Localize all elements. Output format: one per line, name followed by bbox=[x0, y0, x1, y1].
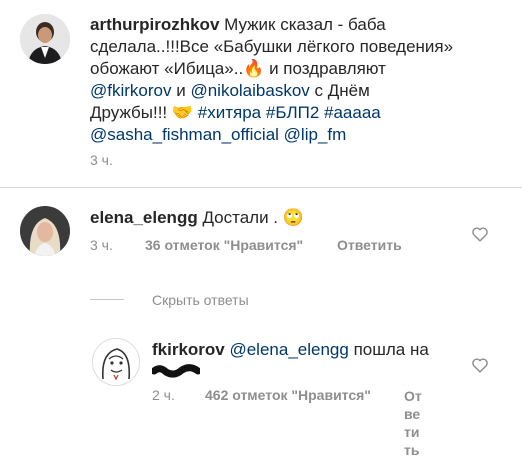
post-username[interactable]: arthurpirozhkov bbox=[90, 15, 219, 34]
comment-likes[interactable]: 36 отметок "Нравится" bbox=[145, 237, 303, 253]
post-caption: arthurpirozhkov Мужик сказал - баба сдел… bbox=[90, 14, 510, 146]
hashtags[interactable]: #хитяра #БЛП2 #ааааа bbox=[193, 103, 381, 122]
handshake-emoji: 🤝 bbox=[171, 103, 194, 122]
comment-reply-button[interactable]: Ответить bbox=[337, 237, 402, 253]
reply-label-part: От bbox=[404, 388, 422, 404]
comment-like-heart-icon[interactable] bbox=[471, 226, 489, 242]
reply-avatar[interactable] bbox=[92, 338, 140, 386]
post-time: 3 ч. bbox=[90, 152, 113, 168]
woman-portrait-icon bbox=[20, 206, 70, 256]
comment-username[interactable]: elena_elengg bbox=[90, 208, 198, 227]
comment-text: elena_elengg Достали . 🙄 bbox=[90, 207, 304, 229]
censor-scribble bbox=[150, 364, 202, 378]
reply-likes[interactable]: 462 отметок "Нравится" bbox=[205, 387, 371, 403]
reply-body: пошла на bbox=[348, 340, 429, 359]
mention-lip-fm[interactable]: @lip_fm bbox=[279, 125, 347, 144]
divider bbox=[0, 187, 522, 188]
caption-line-4: с Днём bbox=[309, 81, 370, 100]
hide-replies-button[interactable]: Скрыть ответы bbox=[152, 292, 249, 308]
man-portrait-icon bbox=[20, 14, 70, 64]
comment-time: 3 ч. bbox=[90, 237, 113, 253]
caption-line-2: сделала..!!!Все «Бабушки лёгкого поведен… bbox=[90, 37, 454, 56]
mention-nikolaibaskov[interactable]: @nikolaibaskov bbox=[190, 81, 309, 100]
mention-sasha-fishman[interactable]: @sasha_fishman_official bbox=[90, 125, 279, 144]
caption-line-1: Мужик сказал - баба bbox=[219, 15, 386, 34]
reply-username[interactable]: fkirkorov bbox=[152, 340, 225, 359]
comment-avatar[interactable] bbox=[20, 206, 70, 256]
reply-mention[interactable]: @elena_elengg bbox=[225, 340, 348, 359]
caption-and: и bbox=[171, 81, 191, 100]
sketch-portrait-icon bbox=[93, 339, 139, 385]
reply-time: 2 ч. bbox=[152, 387, 175, 403]
reply-like-heart-icon[interactable] bbox=[471, 357, 489, 373]
eye-roll-emoji: 🙄 bbox=[282, 208, 304, 227]
reply-text: fkirkorov @elena_elengg пошла на bbox=[152, 339, 472, 361]
reply-label-part: ть bbox=[404, 442, 420, 458]
caption-line-3: обожают «Ибица».. bbox=[90, 59, 244, 78]
reply-label-part: ти bbox=[404, 424, 420, 440]
comment-body: Достали . bbox=[197, 208, 283, 227]
hide-replies-line bbox=[90, 299, 124, 300]
fire-emoji: 🔥 bbox=[243, 59, 265, 78]
reply-label-part: ве bbox=[404, 406, 421, 422]
caption-line-5: Дружбы!!! bbox=[90, 103, 172, 122]
caption-line-3b: и поздравляют bbox=[264, 59, 386, 78]
mention-fkirkorov[interactable]: @fkirkorov bbox=[90, 81, 172, 100]
post-avatar[interactable] bbox=[20, 14, 70, 64]
reply-reply-button[interactable]: От ве ти ть bbox=[404, 387, 428, 459]
